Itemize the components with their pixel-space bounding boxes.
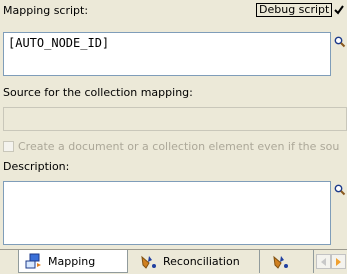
tool-icon <box>273 255 288 269</box>
mapping-script-value: [AUTO_NODE_ID] <box>8 36 110 50</box>
zoom-description-button[interactable] <box>333 183 347 197</box>
source-collection-label: Source for the collection mapping: <box>3 86 193 99</box>
description-field[interactable] <box>3 181 331 245</box>
create-document-label: Create a document or a collection elemen… <box>18 140 340 153</box>
tab-bar: Mapping Reconciliation <box>0 249 347 274</box>
magnifier-icon <box>334 36 346 48</box>
magnifier-icon <box>334 184 346 196</box>
tab-tool[interactable] <box>266 250 314 273</box>
create-document-checkbox[interactable] <box>3 141 14 152</box>
checkmark-icon <box>334 5 345 15</box>
tab-mapping-label: Mapping <box>48 254 96 268</box>
mapping-script-label: Mapping script: <box>3 4 89 17</box>
source-collection-field[interactable] <box>3 107 347 131</box>
tab-reconciliation-label: Reconciliation <box>163 255 240 268</box>
arrow-right-icon <box>336 257 341 266</box>
mapping-icon <box>25 253 41 269</box>
description-label: Description: <box>3 160 70 173</box>
reconciliation-icon <box>141 255 156 269</box>
tab-mapping[interactable]: Mapping <box>18 250 128 273</box>
tab-scroll-right-button[interactable] <box>331 254 346 269</box>
tab-scroll-left-button[interactable] <box>316 254 331 269</box>
create-document-option[interactable]: Create a document or a collection elemen… <box>3 140 339 153</box>
arrow-left-icon <box>321 257 326 266</box>
zoom-script-button[interactable] <box>333 35 347 49</box>
mapping-script-field[interactable]: [AUTO_NODE_ID] <box>3 32 331 76</box>
debug-script-label: Debug script <box>256 3 333 17</box>
tab-reconciliation[interactable]: Reconciliation <box>134 250 260 273</box>
debug-script-toggle[interactable]: Debug script <box>256 3 345 17</box>
